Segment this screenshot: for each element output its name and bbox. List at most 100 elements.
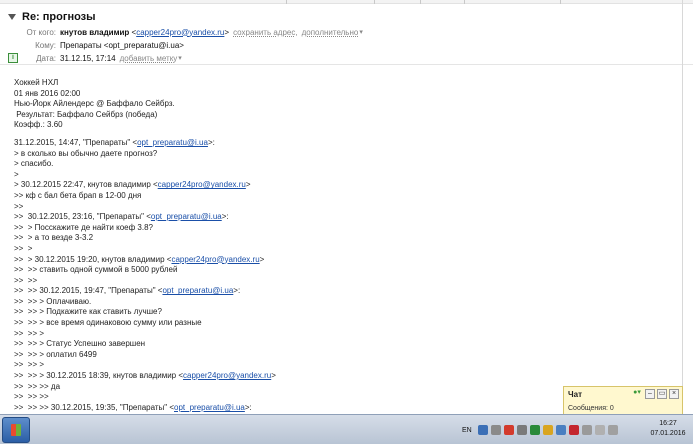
body-line-text: > 30.12.2015 22:47, кнутов владимир <: [14, 180, 158, 190]
body-line-text: >> > Посскажите де найти коеф 3.8?: [14, 222, 153, 232]
body-line-text: > в сколько вы обычно даете прогноз?: [14, 148, 158, 158]
body-line: 31.12.2015, 14:47, "Препараты" <opt_prep…: [14, 138, 674, 149]
to-row: Кому: Препараты <opt_preparatu@i.ua>: [8, 39, 184, 51]
email-link-close: >:: [233, 286, 241, 296]
date-label: Дата:: [36, 53, 56, 63]
from-email-close: >: [224, 27, 230, 37]
body-line: >> >> ставить одной суммой в 5000 рублей: [14, 265, 674, 276]
restore-icon[interactable]: ▭: [657, 389, 667, 399]
body-line-text: >> >> > Подкажите как ставить лучше?: [14, 307, 162, 317]
tray-app-icon[interactable]: [490, 425, 501, 435]
chevron-down-icon[interactable]: ▾: [359, 28, 363, 36]
body-line: >> >> > 30.12.2015 18:39, кнутов владими…: [14, 371, 674, 382]
body-line: >>: [14, 202, 674, 213]
body-line: Хоккей НХЛ: [14, 78, 674, 89]
chevron-down-icon[interactable]: ▾: [178, 54, 182, 62]
body-line: >> > 30.12.2015 19:20, кнутов владимир <…: [14, 255, 674, 266]
body-line: >> >> >: [14, 329, 674, 340]
email-link[interactable]: capper24pro@yandex.ru: [183, 371, 271, 380]
from-value: кнутов владимир <capper24pro@yandex.ru>: [60, 28, 229, 37]
body-line: >> >>: [14, 276, 674, 287]
more-link[interactable]: дополнительно: [302, 28, 359, 37]
from-email-link[interactable]: capper24pro@yandex.ru: [136, 28, 224, 37]
body-line: > в сколько вы обычно даете прогноз?: [14, 149, 674, 160]
body-line-text: >> >> >>: [14, 392, 49, 402]
body-line: >> 30.12.2015, 23:16, "Препараты" <opt_p…: [14, 212, 674, 223]
taskbar: EN 16:27 07.01.2016: [0, 414, 693, 444]
body-line-text: >> >>: [14, 275, 38, 285]
email-link-close: >:: [221, 212, 229, 222]
save-address-link[interactable]: сохранить адрес,: [233, 28, 298, 37]
start-button[interactable]: [2, 417, 30, 443]
message-body: Хоккей НХЛ 01 янв 2016 02:00 Нью-Йорк Айле…: [14, 78, 674, 413]
tray-app-icon[interactable]: [529, 425, 540, 435]
body-line-text: 01 янв 2016 02:00: [14, 88, 81, 98]
body-line-text: >> > а то везде 3-3.2: [14, 233, 94, 243]
volume-icon[interactable]: [607, 425, 618, 435]
body-line-text: >> >> > оплатил 6499: [14, 349, 97, 359]
email-link-close: >:: [244, 402, 252, 412]
chat-messages-count: Сообщения: 0: [568, 405, 614, 412]
email-link-close: >: [259, 254, 265, 264]
body-line-text: >> >> > Оплачиваю.: [14, 296, 92, 306]
from-name[interactable]: кнутов владимир: [60, 28, 129, 37]
system-tray: EN: [462, 419, 618, 441]
chat-controls: ●▾ – ▭ ×: [631, 389, 679, 399]
body-line-text: >>: [14, 201, 24, 211]
body-line-text: >> > 30.12.2015 19:20, кнутов владимир <: [14, 254, 172, 264]
tray-app-icon[interactable]: [542, 425, 553, 435]
body-line: >> >> > Подкажите как ставить лучше?: [14, 307, 674, 318]
body-line-text: >> >> >: [14, 328, 45, 338]
add-label-link[interactable]: добавить метку: [120, 54, 178, 63]
email-link[interactable]: opt_preparatu@i.ua: [137, 138, 208, 147]
email-link[interactable]: capper24pro@yandex.ru: [158, 180, 246, 189]
clock-date: 07.01.2016: [650, 430, 686, 437]
body-line: >> >> > Оплачиваю.: [14, 297, 674, 308]
tray-app-icon[interactable]: [516, 425, 527, 435]
collapse-icon[interactable]: [8, 14, 16, 20]
to-value[interactable]: Препараты <opt_preparatu@i.ua>: [60, 41, 184, 50]
header-divider: [0, 64, 693, 65]
minimize-icon[interactable]: –: [645, 389, 655, 399]
body-line-text: Результат: Баффало Сейбрз (победа): [14, 109, 158, 119]
body-line-text: Хоккей НХЛ: [14, 78, 59, 87]
body-line-text: >> >> > Статус Успешно завершен: [14, 339, 146, 349]
clock-time: 16:27: [659, 420, 677, 427]
body-line-text: >> 30.12.2015, 23:16, "Препараты" <: [14, 212, 151, 222]
close-icon[interactable]: ×: [669, 389, 679, 399]
email-link[interactable]: opt_preparatu@i.ua: [174, 403, 245, 412]
body-line-text: >> >> >: [14, 360, 45, 370]
body-line: >> > Посскажите де найти коеф 3.8?: [14, 223, 674, 234]
email-link[interactable]: opt_preparatu@i.ua: [162, 286, 233, 295]
message-header: Re: прогнозы От кого: кнутов владимир <c…: [0, 4, 693, 64]
language-indicator[interactable]: EN: [462, 427, 472, 434]
to-label: Кому:: [35, 40, 56, 50]
network-icon[interactable]: [594, 425, 605, 435]
body-line-text: 31.12.2015, 14:47, "Препараты" <: [14, 137, 138, 147]
tray-app-icon[interactable]: [581, 425, 592, 435]
body-line: >: [14, 170, 674, 181]
online-status-icon[interactable]: ●▾: [631, 389, 643, 399]
date-value: 31.12.15, 17:14: [60, 53, 116, 63]
body-line: [14, 131, 674, 138]
body-line-text: >> >> 30.12.2015, 19:47, "Препараты" <: [14, 286, 163, 296]
email-link-close: >: [271, 371, 276, 381]
body-line-text: Нью-Йорк Айлендерс @ Баффало Сейбрз.: [14, 99, 175, 109]
body-line: >> > а то везде 3-3.2: [14, 233, 674, 244]
tray-app-icon[interactable]: [568, 425, 579, 435]
email-link[interactable]: opt_preparatu@i.ua: [151, 212, 222, 221]
body-line-text: >> >> >> 30.12.2015, 19:35, "Препараты" …: [14, 402, 175, 412]
tray-app-icon[interactable]: [503, 425, 514, 435]
body-line-text: >> >> ставить одной суммой в 5000 рублей: [14, 265, 178, 275]
clock[interactable]: 16:27 07.01.2016: [646, 419, 690, 439]
body-line: >> >> 30.12.2015, 19:47, "Препараты" <op…: [14, 286, 674, 297]
body-line: >> >> > Статус Успешно завершен: [14, 339, 674, 350]
tray-app-icon[interactable]: [555, 425, 566, 435]
email-link-close: >:: [207, 137, 215, 147]
tray-app-icon[interactable]: [477, 425, 488, 435]
email-link[interactable]: capper24pro@yandex.ru: [171, 255, 259, 264]
chat-widget[interactable]: Чат ●▾ – ▭ × Сообщения: 0: [563, 386, 683, 415]
body-line: Результат: Баффало Сейбрз (победа): [14, 110, 674, 121]
email-link-close: >: [245, 180, 251, 190]
body-line: > спасибо.: [14, 159, 674, 170]
